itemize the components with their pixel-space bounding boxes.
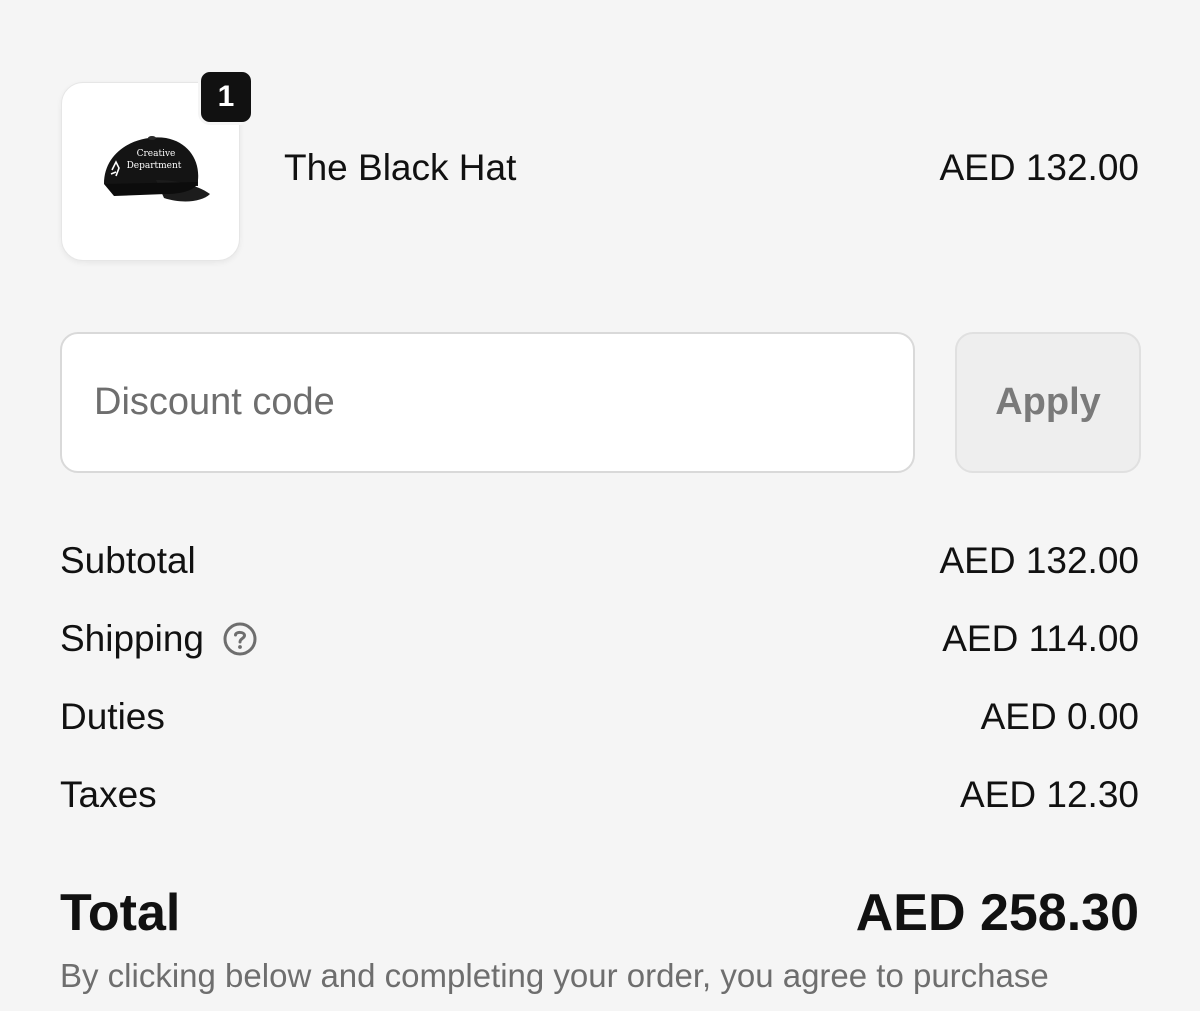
shipping-label-group: Shipping [60,618,258,660]
total-row: Total AED 258.30 [60,880,1139,946]
checkout-order-summary: Creative Department 1 The Black Hat AED … [0,0,1200,1011]
quantity-badge: 1 [198,69,254,125]
hat-text-line2: Department [126,161,181,171]
shipping-value: AED 114.00 [942,618,1139,659]
shipping-row: Shipping AED 114.00 [60,614,1139,664]
duties-label: Duties [60,696,165,737]
total-label: Total [60,884,181,942]
discount-code-input[interactable] [60,332,915,473]
subtotal-label: Subtotal [60,540,196,581]
apply-discount-button[interactable]: Apply [955,332,1141,473]
shipping-label: Shipping [60,618,205,659]
taxes-row: Taxes AED 12.30 [60,770,1139,820]
purchase-disclaimer: By clicking below and completing your or… [60,957,1049,994]
hat-text-line1: Creative [136,149,175,159]
subtotal-value: AED 132.00 [939,540,1139,581]
taxes-label: Taxes [60,774,157,815]
total-value: AED 258.30 [855,884,1139,942]
question-circle-icon[interactable] [222,621,258,657]
duties-row: Duties AED 0.00 [60,692,1139,742]
product-price: AED 132.00 [939,147,1139,188]
product-name: The Black Hat [284,147,517,188]
subtotal-row: Subtotal AED 132.00 [60,536,1139,586]
black-cap-image: Creative Department [103,135,210,201]
taxes-value: AED 12.30 [960,774,1139,815]
duties-value: AED 0.00 [980,696,1139,737]
